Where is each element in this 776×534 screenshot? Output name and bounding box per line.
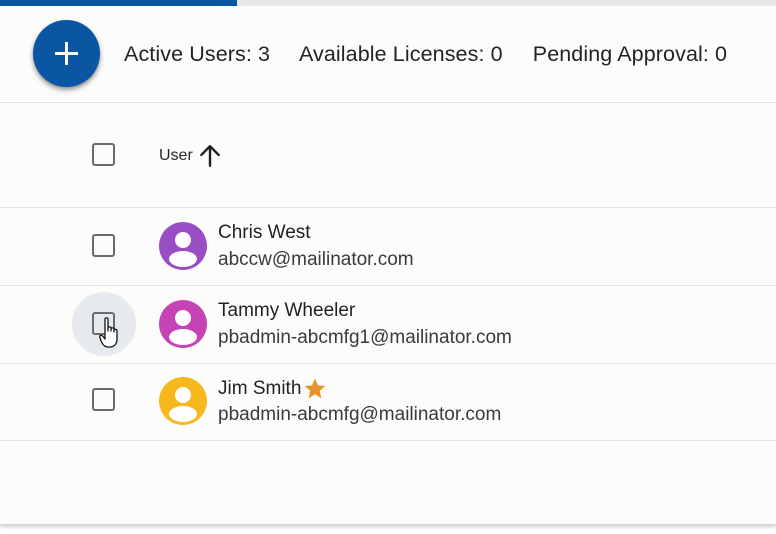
avatar — [159, 300, 207, 348]
table-row[interactable]: Chris West abccw@mailinator.com — [0, 208, 776, 286]
user-name-text: Tammy Wheeler — [218, 300, 356, 321]
table-row[interactable]: Tammy Wheeler pbadmin-abcmfg1@mailinator… — [0, 286, 776, 364]
user-name: Chris West — [218, 222, 311, 244]
table-row[interactable]: Jim Smith pbadmin-abcmfg@mailinator.com — [0, 363, 776, 441]
active-users-stat: Active Users: 3 — [124, 42, 271, 66]
user-email: pbadmin-abcmfg1@mailinator.com — [218, 327, 512, 348]
arrow-up-icon — [199, 145, 220, 167]
person-icon — [169, 387, 197, 422]
select-all-checkbox[interactable] — [92, 143, 115, 166]
avatar — [159, 377, 207, 425]
user-email: pbadmin-abcmfg@mailinator.com — [218, 404, 502, 425]
user-name-text: Chris West — [218, 222, 311, 243]
available-licenses-stat: Available Licenses: 0 — [298, 42, 503, 66]
user-column-label: User — [159, 147, 193, 164]
toolbar: Active Users: 3 Available Licenses: 0 Pe… — [0, 6, 776, 103]
user-name-text: Jim Smith — [218, 378, 302, 399]
user-list-card: Active Users: 3 Available Licenses: 0 Pe… — [0, 0, 776, 525]
user-column-header[interactable]: User — [159, 143, 223, 169]
person-icon — [169, 310, 197, 345]
user-stats: Active Users: 3 Available Licenses: 0 Pe… — [124, 42, 751, 67]
plus-icon — [55, 42, 78, 65]
user-name: Jim Smith — [218, 377, 327, 401]
user-email: abccw@mailinator.com — [218, 249, 414, 270]
hand-pointer-cursor-icon — [99, 317, 118, 348]
avatar — [159, 222, 207, 270]
person-icon — [169, 232, 197, 267]
add-user-button[interactable] — [33, 20, 100, 87]
row-checkbox[interactable] — [92, 234, 115, 257]
user-name: Tammy Wheeler — [218, 300, 355, 322]
table-header: User — [0, 103, 776, 208]
pending-approval-stat: Pending Approval: 0 — [532, 42, 728, 66]
row-checkbox[interactable] — [92, 388, 115, 411]
star-icon — [305, 378, 326, 399]
